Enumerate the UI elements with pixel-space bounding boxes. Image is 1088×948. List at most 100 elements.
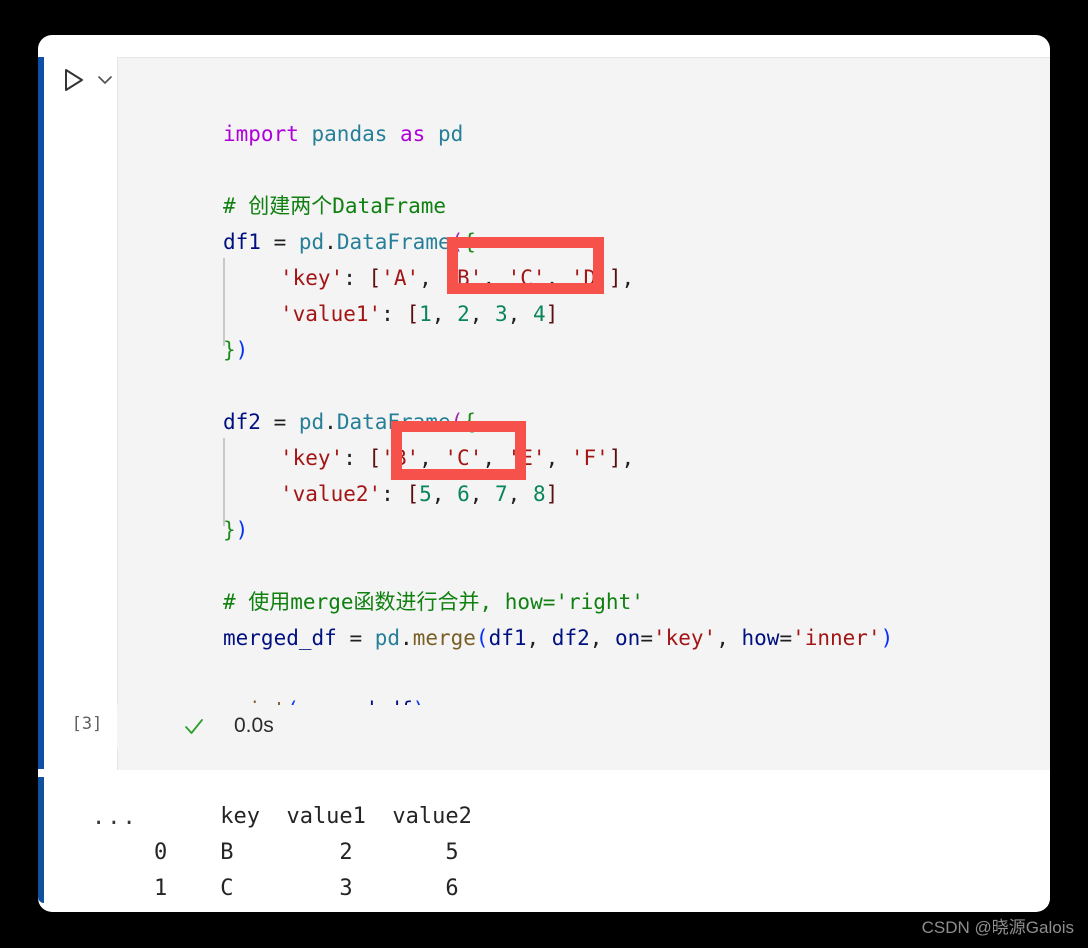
token-assign: = <box>260 410 299 434</box>
token-df1: df1 <box>223 230 261 254</box>
token-key: 'key' <box>280 446 344 470</box>
token-eq: = <box>640 626 653 650</box>
code-line-15: merged_df = pd.merge(df1, df2, on='key',… <box>223 620 893 656</box>
token-num-6: 6 <box>457 482 470 506</box>
token-kwarg-how: how <box>741 626 780 650</box>
token-a: 'A' <box>381 266 420 290</box>
code-line-1: import pandas as pd <box>223 116 463 152</box>
token-arg-df2: df2 <box>551 626 590 650</box>
code-line-10: 'key': ['B', 'C', 'E', 'F'], <box>280 440 634 476</box>
code-line-11: 'value2': [5, 6, 7, 8] <box>280 476 558 512</box>
token-f: 'F' <box>570 446 609 470</box>
token-comma: , <box>526 626 552 650</box>
comma: , <box>419 446 445 470</box>
token-num-1: 1 <box>419 302 432 326</box>
token-b: 'B' <box>444 266 483 290</box>
token-eq: = <box>779 626 793 650</box>
token-colon: : <box>381 482 407 506</box>
token-assign: = <box>336 626 375 650</box>
token-e: 'E' <box>507 446 546 470</box>
token-dot: . <box>324 230 337 254</box>
token-c: 'C' <box>444 446 483 470</box>
token-lparen: ( <box>450 230 464 254</box>
token-pd: pd <box>298 230 325 254</box>
check-glyph <box>185 719 203 734</box>
token-colon: : <box>381 302 407 326</box>
token-d: 'D' <box>570 266 609 290</box>
token-lbracket: [ <box>406 302 420 326</box>
comma: , <box>469 482 496 506</box>
chevron-down-glyph <box>98 76 112 84</box>
token-merged-df: merged_df <box>223 626 337 650</box>
token-rbracket: ] <box>608 446 622 470</box>
token-lparen: ( <box>450 410 464 434</box>
watermark-label: CSDN @晓源Galois <box>921 918 1074 937</box>
token-num-7: 7 <box>495 482 508 506</box>
token-pd: pd <box>437 122 464 146</box>
play-triangle-icon <box>65 69 83 91</box>
output-dataframe-text: key value1 value2 0 B 2 5 1 C 3 6 <box>154 804 472 901</box>
token-rparen: ) <box>235 338 249 362</box>
token-comma: , <box>482 266 508 290</box>
token-as: as <box>400 122 426 146</box>
token-dataframe: DataFrame <box>336 410 451 434</box>
token-dataframe: DataFrame <box>336 230 451 254</box>
code-editor-pane[interactable]: import pandas as pd # 创建两个DataFrame df1 … <box>117 57 1050 770</box>
token-comma: , <box>621 446 635 470</box>
run-cell-button[interactable] <box>62 67 86 93</box>
token-pd: pd <box>298 410 325 434</box>
token-comma: , <box>716 626 742 650</box>
code-content[interactable]: import pandas as pd # 创建两个DataFrame df1 … <box>118 58 1050 770</box>
comma: , <box>431 482 458 506</box>
token-rparen: ) <box>880 626 894 650</box>
token-arg-df1: df1 <box>488 626 527 650</box>
token-assign: = <box>260 230 299 254</box>
token-dot: . <box>400 626 413 650</box>
token-pandas: pandas <box>311 122 388 146</box>
token-num-3: 3 <box>495 302 508 326</box>
token-colon: : <box>343 446 369 470</box>
execution-status-row: 0.0s <box>117 705 1050 749</box>
cell-gutter: [3] <box>44 35 116 769</box>
token-rbracket: ] <box>608 266 622 290</box>
token-import: import <box>223 122 299 146</box>
token-rbracket: ] <box>545 302 559 326</box>
code-line-4: df1 = pd.DataFrame({ <box>223 224 476 260</box>
cell-output-pane: ... key value1 value2 0 B 2 5 1 C 3 6 <box>44 777 1050 907</box>
token-colon: : <box>343 266 369 290</box>
token-rbrace: } <box>223 518 236 542</box>
comma: , <box>469 302 496 326</box>
comma: , <box>507 302 533 326</box>
token-rbracket: ] <box>545 482 559 506</box>
token-num-4: 4 <box>532 302 546 326</box>
code-line-12: }) <box>223 512 248 548</box>
comma: , <box>482 446 508 470</box>
token-comma: , <box>545 266 571 290</box>
token-value1-key: 'value1' <box>280 302 382 326</box>
code-line-7: }) <box>223 332 248 368</box>
token-value2-key: 'value2' <box>280 482 382 506</box>
token-dot: . <box>324 410 337 434</box>
token-b: 'B' <box>381 446 420 470</box>
token-rparen: ) <box>235 518 249 542</box>
chevron-down-icon[interactable] <box>96 71 114 89</box>
code-line-5: 'key': ['A', 'B', 'C', 'D'], <box>280 260 634 296</box>
token-comma: , <box>589 626 616 650</box>
token-c: 'C' <box>507 266 546 290</box>
comma: , <box>507 482 533 506</box>
token-pd: pd <box>374 626 401 650</box>
token-comma: , <box>419 266 445 290</box>
code-line-6: 'value1': [1, 2, 3, 4] <box>280 296 558 332</box>
token-lbracket: [ <box>368 446 382 470</box>
token-merge: merge <box>412 626 476 650</box>
execution-time-label: 0.0s <box>234 714 274 737</box>
comma: , <box>545 446 571 470</box>
output-overflow-dots[interactable]: ... <box>92 805 138 830</box>
comma: , <box>431 302 458 326</box>
token-key: 'key' <box>280 266 344 290</box>
notebook-cell-card: [3] import pandas as pd # 创建两个DataFrame … <box>38 35 1050 912</box>
token-lparen: ( <box>475 626 489 650</box>
code-line-9: df2 = pd.DataFrame({ <box>223 404 476 440</box>
